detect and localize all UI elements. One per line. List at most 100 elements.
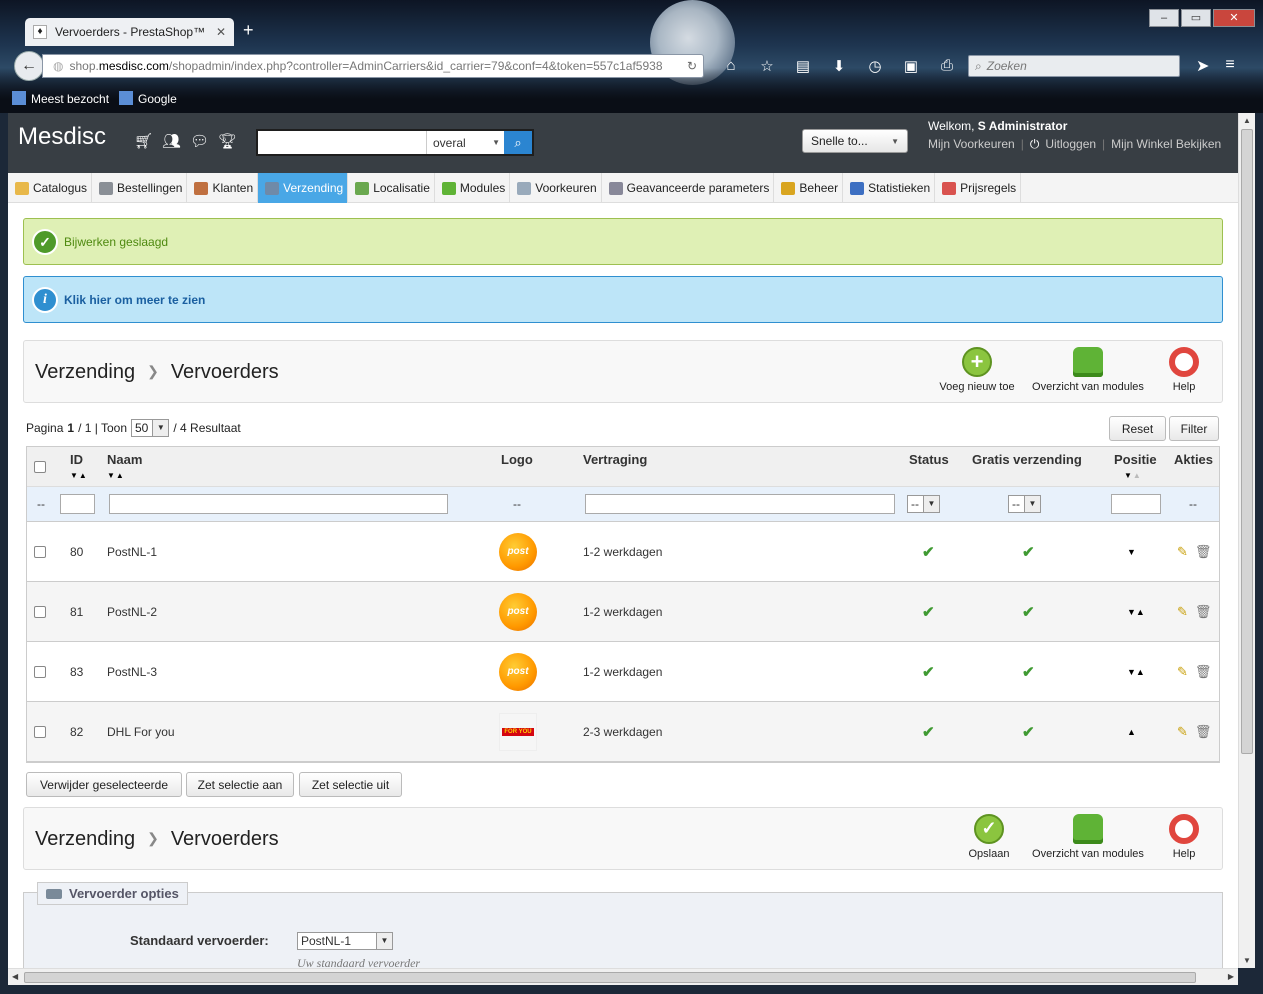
status-enabled-icon[interactable]: ✔ xyxy=(922,582,935,641)
bookmark-star-icon[interactable]: ☆ xyxy=(754,57,780,75)
shop-brand[interactable]: Mesdisc xyxy=(18,123,106,151)
position-arrows-icon[interactable]: ▼ xyxy=(1127,522,1136,581)
scroll-down-icon[interactable]: ▼ xyxy=(1243,956,1251,965)
row-checkbox[interactable] xyxy=(34,545,46,558)
filter-delay-input[interactable] xyxy=(585,494,895,514)
print-icon[interactable]: ⎙ xyxy=(934,57,960,75)
edit-pencil-icon[interactable]: ✎ xyxy=(1177,544,1188,560)
position-arrows-icon[interactable]: ▼▲ xyxy=(1127,642,1145,701)
filter-position-input[interactable] xyxy=(1111,494,1161,514)
free-shipping-enabled-icon[interactable]: ✔ xyxy=(1022,702,1035,761)
filter-free-shipping-select[interactable]: -- ▼ xyxy=(1008,495,1041,513)
col-id[interactable]: ID ▼▲ xyxy=(70,447,87,486)
new-tab-button[interactable]: + xyxy=(243,20,254,41)
help-button[interactable]: Help xyxy=(1164,347,1204,393)
add-new-button[interactable]: + Voeg nieuw toe xyxy=(938,347,1016,393)
default-carrier-select[interactable]: PostNL-1 ▼ xyxy=(297,932,393,950)
sort-arrows-icon[interactable]: ▼▲ xyxy=(1124,471,1142,480)
url-bar[interactable]: ◍ shop. mesdisc.com/shopadmin/index.php?c… xyxy=(42,54,704,78)
menu-item-verzending[interactable]: Verzending xyxy=(258,173,349,203)
customers-icon[interactable]: 👥︎ xyxy=(162,132,181,150)
send-icon[interactable]: ➤ xyxy=(1196,56,1209,76)
back-button[interactable]: ← xyxy=(14,51,44,81)
menu-item-catalogus[interactable]: Catalogus xyxy=(8,173,93,203)
scroll-left-icon[interactable]: ◀ xyxy=(12,972,18,981)
history-icon[interactable]: ◷ xyxy=(862,57,888,75)
filter-name-input[interactable] xyxy=(109,494,448,514)
enable-selection-button[interactable]: Zet selectie aan xyxy=(186,772,294,797)
delete-trash-icon[interactable]: 🗑︎ xyxy=(1195,664,1212,680)
status-enabled-icon[interactable]: ✔ xyxy=(922,522,935,581)
browser-search-input[interactable]: ⌕ Zoeken xyxy=(968,55,1180,77)
table-row[interactable]: 80 PostNL-1 post 1-2 werkdagen ✔ ✔ ▼ ✎ 🗑︎ xyxy=(27,522,1219,582)
menu-item-voorkeuren[interactable]: Voorkeuren xyxy=(510,173,602,203)
vertical-scroll-thumb[interactable] xyxy=(1241,129,1253,754)
scroll-up-icon[interactable]: ▲ xyxy=(1243,116,1251,125)
row-checkbox[interactable] xyxy=(34,665,46,678)
scroll-right-icon[interactable]: ▶ xyxy=(1228,972,1234,981)
view-shop-link[interactable]: Mijn Winkel Bekijken xyxy=(1111,137,1221,152)
table-row[interactable]: 83 PostNL-3 post 1-2 werkdagen ✔ ✔ ▼▲ ✎ 🗑︎ xyxy=(27,642,1219,702)
header-search-input[interactable] xyxy=(258,131,426,154)
delete-trash-icon[interactable]: 🗑︎ xyxy=(1195,724,1212,740)
col-position[interactable]: Positie ▼▲ xyxy=(1114,447,1157,486)
download-icon[interactable]: ⬇ xyxy=(826,57,852,75)
menu-item-klanten[interactable]: Klanten xyxy=(187,173,259,203)
menu-item-modules[interactable]: Modules xyxy=(435,173,511,203)
menu-item-geavanceerde-parameters[interactable]: Geavanceerde parameters xyxy=(602,173,775,203)
menu-item-localisatie[interactable]: Localisatie xyxy=(348,173,435,203)
sort-arrows-icon[interactable]: ▼▲ xyxy=(70,471,88,480)
free-shipping-enabled-icon[interactable]: ✔ xyxy=(1022,642,1035,701)
horizontal-scroll-thumb[interactable] xyxy=(24,972,1196,983)
sort-arrows-icon[interactable]: ▼▲ xyxy=(107,471,125,480)
messages-icon[interactable]: 💬︎ xyxy=(190,132,209,150)
tab-close-icon[interactable]: ✕ xyxy=(216,25,226,39)
position-arrows-icon[interactable]: ▼▲ xyxy=(1127,582,1145,641)
orders-cart-icon[interactable]: 🛒︎ xyxy=(134,132,153,150)
hamburger-menu-icon[interactable]: ≡ xyxy=(1225,56,1234,76)
vertical-scrollbar[interactable]: ▲ ▼ xyxy=(1238,113,1255,968)
row-checkbox[interactable] xyxy=(34,605,46,618)
search-button[interactable]: ⌕ xyxy=(504,131,532,154)
free-shipping-enabled-icon[interactable]: ✔ xyxy=(1022,582,1035,641)
modules-overview-button[interactable]: Overzicht van modules xyxy=(1030,814,1146,860)
delete-trash-icon[interactable]: 🗑︎ xyxy=(1195,604,1212,620)
window-icon[interactable]: ▣ xyxy=(898,57,924,75)
save-button[interactable]: ✓ Opslaan xyxy=(964,814,1014,860)
bookmark-most-visited[interactable]: Meest bezocht xyxy=(12,91,109,106)
minimize-button[interactable]: – xyxy=(1149,9,1179,27)
delete-trash-icon[interactable]: 🗑︎ xyxy=(1195,544,1212,560)
filter-button[interactable]: Filter xyxy=(1169,416,1219,441)
trophy-icon[interactable]: 🏆︎ xyxy=(218,132,237,150)
info-alert[interactable]: i Klik hier om meer te zien xyxy=(23,276,1223,323)
search-scope-select[interactable]: overal ▼ xyxy=(426,131,504,154)
maximize-button[interactable]: ▭ xyxy=(1181,9,1211,27)
reset-button[interactable]: Reset xyxy=(1109,416,1166,441)
edit-pencil-icon[interactable]: ✎ xyxy=(1177,664,1188,680)
menu-item-prijsregels[interactable]: Prijsregels xyxy=(935,173,1022,203)
table-row[interactable]: 82 DHL For you FOR YOU 2-3 werkdagen ✔ ✔ ▲ ✎ 🗑︎ xyxy=(27,702,1219,762)
delete-selected-button[interactable]: Verwijder geselecteerde xyxy=(26,772,182,797)
reload-icon[interactable]: ↻ xyxy=(687,59,697,73)
menu-item-statistieken[interactable]: Statistieken xyxy=(843,173,936,203)
info-message[interactable]: Klik hier om meer te zien xyxy=(64,293,205,307)
edit-pencil-icon[interactable]: ✎ xyxy=(1177,724,1188,740)
filter-id-input[interactable] xyxy=(60,494,95,514)
row-checkbox[interactable] xyxy=(34,725,46,738)
help-button[interactable]: Help xyxy=(1164,814,1204,860)
quick-access-select[interactable]: Snelle to... ▼ xyxy=(802,129,908,153)
free-shipping-enabled-icon[interactable]: ✔ xyxy=(1022,522,1035,581)
bookmark-google[interactable]: Google xyxy=(119,91,177,106)
logout-link[interactable]: Uitloggen xyxy=(1045,137,1096,152)
edit-pencil-icon[interactable]: ✎ xyxy=(1177,604,1188,620)
reading-list-icon[interactable]: ▤ xyxy=(790,57,816,75)
col-name[interactable]: Naam ▼▲ xyxy=(107,447,142,486)
position-arrows-icon[interactable]: ▲ xyxy=(1127,702,1136,761)
per-page-select[interactable]: 50 ▼ xyxy=(131,419,170,437)
home-icon[interactable]: ⌂ xyxy=(718,57,744,75)
my-preferences-link[interactable]: Mijn Voorkeuren xyxy=(928,137,1015,152)
menu-item-beheer[interactable]: Beheer xyxy=(774,173,844,203)
horizontal-scrollbar[interactable]: ◀ ▶ xyxy=(8,968,1238,985)
browser-tab[interactable]: ♦ Vervoerders - PrestaShop™ ✕ xyxy=(25,18,234,46)
table-row[interactable]: 81 PostNL-2 post 1-2 werkdagen ✔ ✔ ▼▲ ✎ 🗑︎ xyxy=(27,582,1219,642)
